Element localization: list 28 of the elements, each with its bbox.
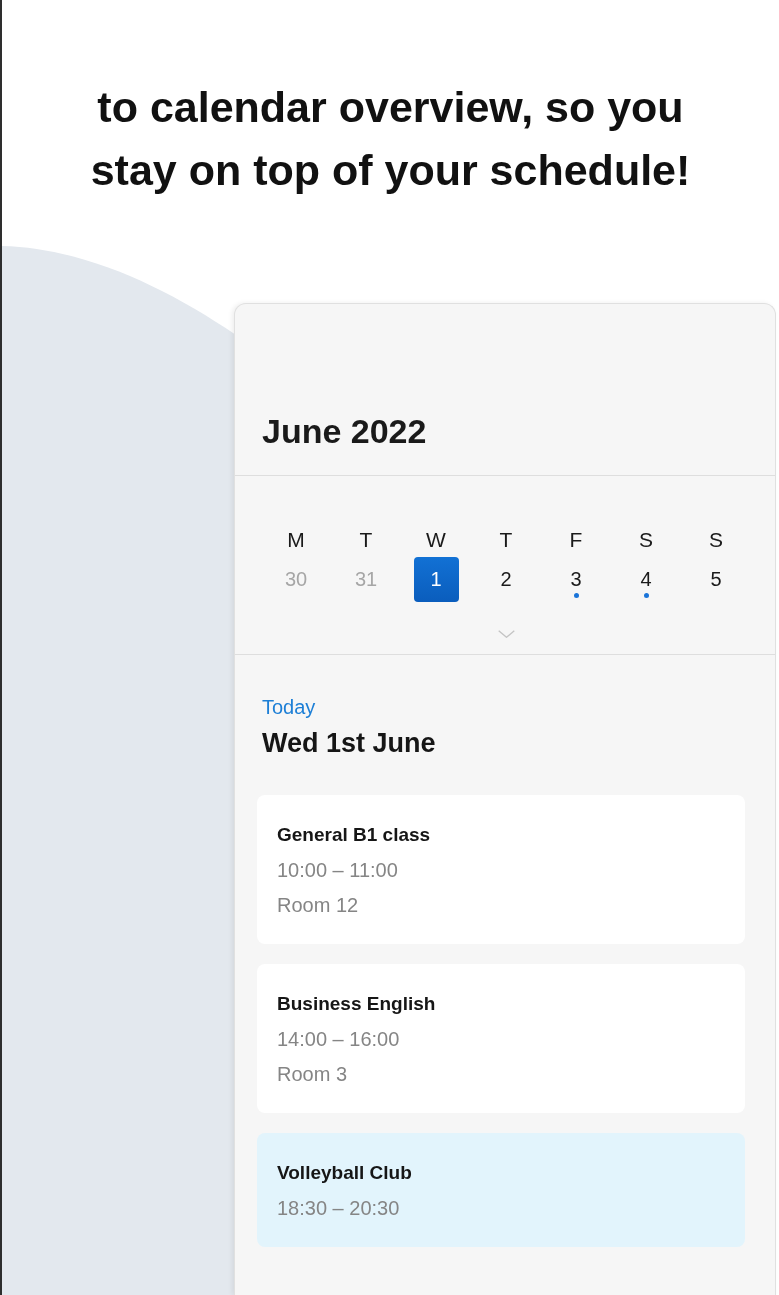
event-time: 10:00 – 11:00 — [277, 858, 398, 882]
weekday-label: T — [499, 528, 513, 552]
date-heading: Wed 1st June — [262, 727, 436, 759]
event-title: Volleyball Club — [277, 1161, 412, 1185]
event-title: Business English — [277, 992, 436, 1016]
event-time: 18:30 – 20:30 — [277, 1196, 400, 1220]
event-card[interactable]: Volleyball Club 18:30 – 20:30 — [257, 1133, 745, 1247]
weekday-label: T — [359, 528, 373, 552]
event-card[interactable]: General B1 class 10:00 – 11:00 Room 12 — [257, 795, 745, 944]
chevron-down-icon[interactable] — [497, 630, 515, 638]
weekday-label: W — [426, 528, 446, 552]
date-button[interactable]: 3 — [553, 557, 599, 602]
today-label: Today — [262, 695, 316, 719]
weekday-label: M — [287, 528, 305, 552]
event-room: Room 12 — [277, 893, 359, 917]
event-time: 14:00 – 16:00 — [277, 1027, 400, 1051]
event-card[interactable]: Business English 14:00 – 16:00 Room 3 — [257, 964, 745, 1113]
month-title: June 2022 — [262, 411, 427, 451]
event-title: General B1 class — [277, 823, 431, 847]
date-button[interactable]: 2 — [483, 557, 529, 602]
date-button[interactable]: 1 — [413, 557, 459, 602]
event-room: Room 3 — [277, 1062, 348, 1086]
weekday-label: F — [569, 528, 583, 552]
weekday-label: S — [639, 528, 653, 552]
date-button[interactable]: 5 — [693, 557, 739, 602]
date-button[interactable]: 4 — [623, 557, 669, 602]
headline: to calendar overview, so you stay on top of your schedule! — [89, 82, 692, 196]
weekday-label: S — [709, 528, 723, 552]
